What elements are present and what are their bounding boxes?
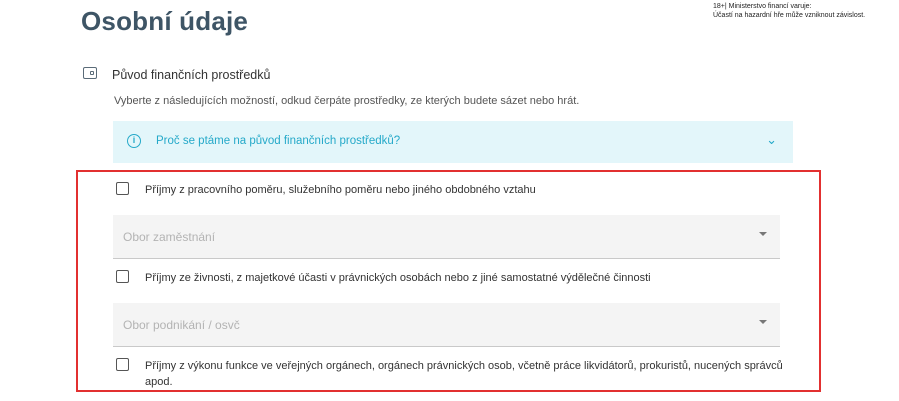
- option-label: Příjmy z výkonu funkce ve veřejných orgá…: [145, 360, 783, 388]
- checkbox-public-office[interactable]: [116, 358, 129, 371]
- caret-down-icon: [759, 232, 767, 236]
- checkbox-self-employment[interactable]: [116, 270, 129, 283]
- caret-down-icon: [759, 320, 767, 324]
- info-accordion-label[interactable]: Proč se ptáme na původ finančních prostř…: [156, 135, 400, 147]
- page-title: Osobní údaje: [81, 6, 249, 36]
- select-placeholder: Obor zaměstnání: [123, 230, 216, 244]
- option-label: Příjmy z pracovního poměru, služebního p…: [145, 184, 536, 196]
- info-icon: i: [127, 134, 141, 148]
- section-description: Vyberte z následujících možností, odkud …: [114, 95, 580, 107]
- checkbox-employment[interactable]: [116, 182, 129, 195]
- info-accordion[interactable]: i Proč se ptáme na původ finančních pros…: [113, 121, 793, 163]
- select-placeholder: Obor podnikání / osvč: [123, 318, 240, 332]
- gambling-warning: 18+| Ministerstvo financí varuje: Účastí…: [713, 2, 865, 20]
- option-label: Příjmy ze živnosti, z majetkové účasti v…: [145, 272, 651, 284]
- select-employment-field[interactable]: Obor zaměstnání: [113, 215, 780, 259]
- warning-line-2: Účastí na hazardní hře může vzniknout zá…: [713, 12, 866, 19]
- wallet-icon: [83, 67, 97, 79]
- chevron-down-icon[interactable]: ⌄: [766, 132, 777, 148]
- section-title: Původ finančních prostředků: [112, 68, 271, 82]
- select-business-field[interactable]: Obor podnikání / osvč: [113, 303, 780, 347]
- warning-line-1: 18+| Ministerstvo financí varuje:: [713, 3, 812, 10]
